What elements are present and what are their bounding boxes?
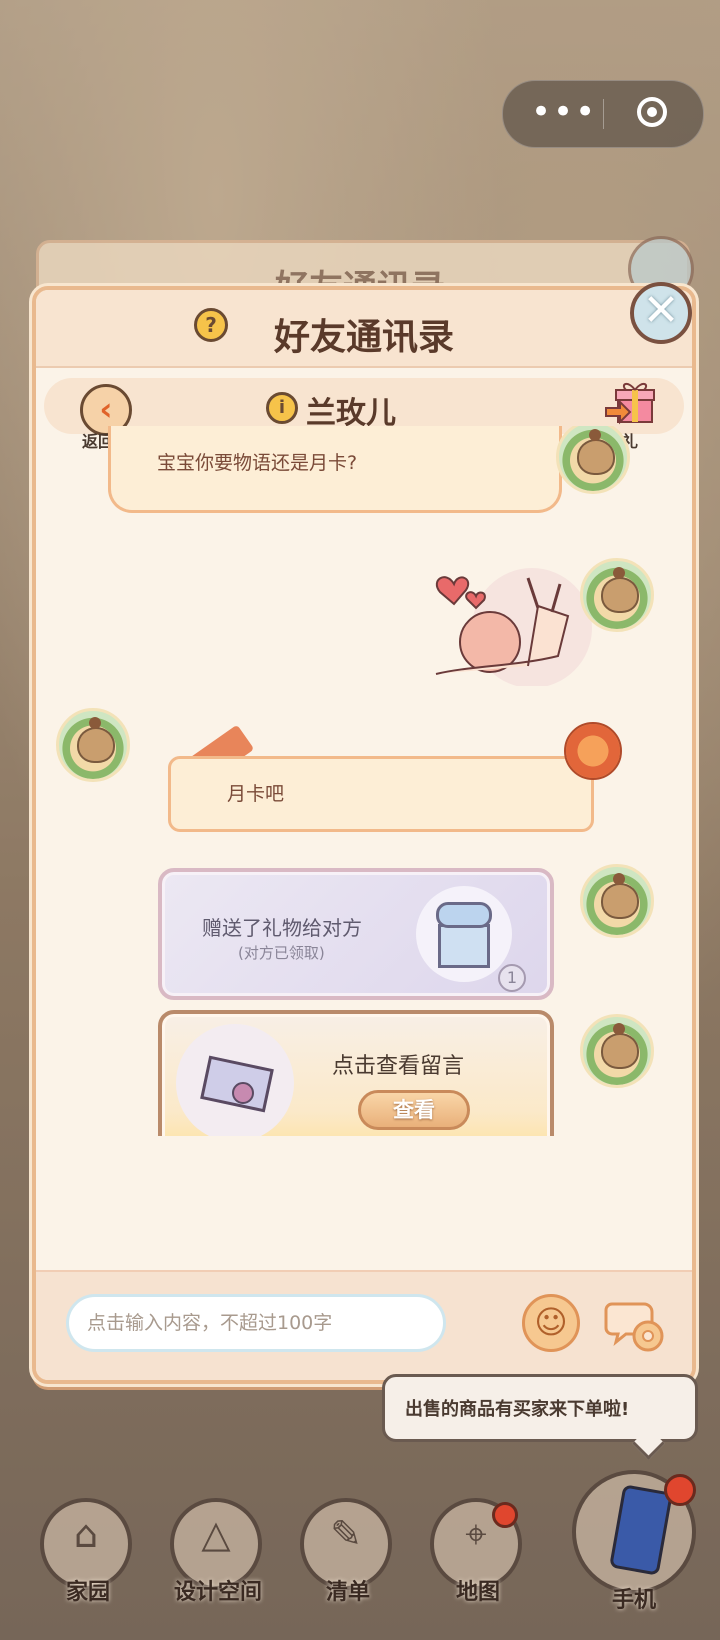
- gift-sent-card[interactable]: 赠送了礼物给对方 (对方已领取) 1: [158, 868, 554, 1000]
- gift-icon[interactable]: [604, 378, 658, 426]
- nav-map-label: 地图: [455, 1580, 500, 1605]
- notification-text: 出售的商品有买家来下单啦!: [405, 1399, 630, 1420]
- nav-design-space[interactable]: △ 设计空间: [170, 1498, 266, 1608]
- snail-love-sticker: [435, 568, 592, 686]
- leave-message-card[interactable]: 点击查看留言 查看: [158, 1010, 554, 1136]
- chat-settings-icon[interactable]: [604, 1292, 666, 1354]
- capsule-divider: [603, 99, 604, 129]
- my-avatar[interactable]: [556, 426, 630, 494]
- gift-count-badge: 1: [498, 964, 526, 992]
- my-avatar[interactable]: [580, 1014, 654, 1088]
- message-bubble: 宝宝你要物语还是月卡?: [108, 426, 562, 513]
- message-text: 宝宝你要物语还是月卡?: [157, 452, 358, 474]
- info-icon[interactable]: i: [266, 392, 298, 424]
- notification-bubble[interactable]: 出售的商品有买家来下单啦!: [382, 1374, 698, 1442]
- nav-design-label: 设计空间: [173, 1580, 262, 1605]
- dialog-title: 好友通讯录: [273, 317, 454, 358]
- my-avatar[interactable]: [580, 558, 654, 632]
- close-button[interactable]: ✕: [630, 282, 692, 344]
- friend-avatar[interactable]: [56, 708, 130, 782]
- home-icon: ⌂: [73, 1512, 99, 1556]
- map-notification-dot: [492, 1502, 518, 1528]
- mini-program-capsule: •••: [502, 80, 704, 148]
- chat-input[interactable]: [66, 1294, 446, 1352]
- ruler-icon: △: [201, 1512, 231, 1556]
- chat-input-bar: ☺: [36, 1270, 692, 1380]
- close-miniprogram-icon[interactable]: [637, 97, 667, 127]
- emoji-icon[interactable]: ☺: [522, 1294, 580, 1352]
- nav-map[interactable]: ⌖ 地图: [430, 1498, 526, 1608]
- dialog-header: ? 好友通讯录: [36, 290, 692, 368]
- gift-card-title: 赠送了礼物给对方: [202, 916, 362, 940]
- checklist-icon: ✎: [330, 1512, 362, 1556]
- nav-list-label: 清单: [325, 1580, 370, 1605]
- nav-list[interactable]: ✎ 清单: [300, 1498, 396, 1608]
- nav-phone-label: 手机: [611, 1588, 656, 1613]
- more-icon[interactable]: •••: [531, 81, 597, 147]
- gift-box-icon: [416, 886, 512, 982]
- friend-contacts-dialog: ? 好友通讯录 ✕ ‹ 返回 i 兰玫儿 赠礼 宝宝你要物语还是月卡?: [32, 282, 696, 1384]
- message-text: 月卡吧: [227, 783, 285, 805]
- gift-card-status: (对方已领取): [238, 944, 325, 962]
- rosette-decoration: [564, 722, 622, 780]
- nav-phone[interactable]: 手机: [572, 1470, 702, 1630]
- my-avatar[interactable]: [580, 864, 654, 938]
- envelope-icon: [176, 1024, 294, 1136]
- view-message-button[interactable]: 查看: [358, 1090, 470, 1130]
- message-bubble: 月卡吧: [168, 756, 594, 832]
- leave-message-title: 点击查看留言: [332, 1054, 465, 1079]
- chat-area[interactable]: 宝宝你要物语还是月卡? 月卡吧 赠送了礼物给对方 (对方已领取) 1 点击查看留…: [36, 426, 692, 1136]
- nav-home[interactable]: ⌂ 家园: [40, 1498, 136, 1608]
- nav-home-label: 家园: [65, 1580, 110, 1605]
- phone-notification-dot: [664, 1474, 696, 1506]
